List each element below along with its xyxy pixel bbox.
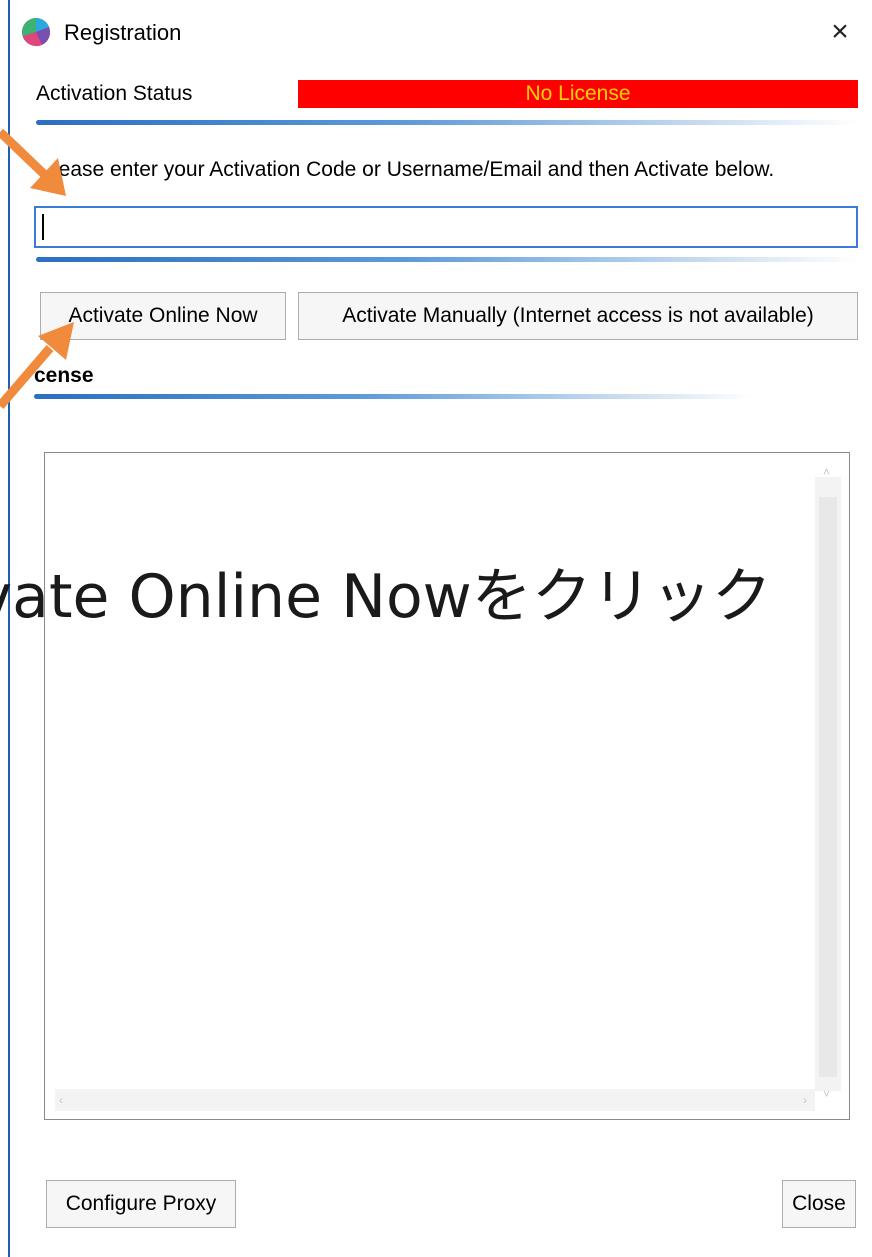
arrow-icon bbox=[0, 128, 66, 196]
app-logo-icon bbox=[22, 18, 51, 47]
scroll-down-icon[interactable]: ˅ bbox=[823, 1088, 833, 1100]
configure-proxy-button[interactable]: Configure Proxy bbox=[46, 1180, 236, 1228]
text-caret bbox=[42, 214, 44, 240]
divider-status bbox=[36, 120, 858, 125]
scroll-up-icon[interactable]: ˄ bbox=[823, 466, 833, 478]
activation-status-label: Activation Status bbox=[36, 82, 193, 105]
activate-manually-button[interactable]: Activate Manually (Internet access is no… bbox=[298, 292, 858, 340]
title-bar: Registration × bbox=[14, 8, 864, 56]
scroll-right-icon[interactable]: › bbox=[803, 1093, 807, 1107]
window-title: Registration bbox=[64, 20, 182, 45]
scroll-left-icon[interactable]: ‹ bbox=[59, 1093, 63, 1107]
close-icon[interactable]: × bbox=[820, 12, 860, 52]
horizontal-scrollbar[interactable]: ‹ › bbox=[55, 1089, 815, 1111]
activation-code-input[interactable] bbox=[34, 206, 858, 248]
annotation-caption: ivate Online Nowをクリック bbox=[0, 548, 872, 635]
annotation-caption-text: ivate Online Nowをクリック bbox=[0, 562, 772, 632]
instruction-text: lease enter your Activation Code or User… bbox=[54, 158, 775, 181]
divider-license bbox=[34, 394, 754, 399]
close-button[interactable]: Close bbox=[782, 1180, 856, 1228]
status-badge: No License bbox=[298, 80, 858, 108]
arrow-icon bbox=[0, 322, 74, 409]
divider-input bbox=[36, 257, 858, 262]
